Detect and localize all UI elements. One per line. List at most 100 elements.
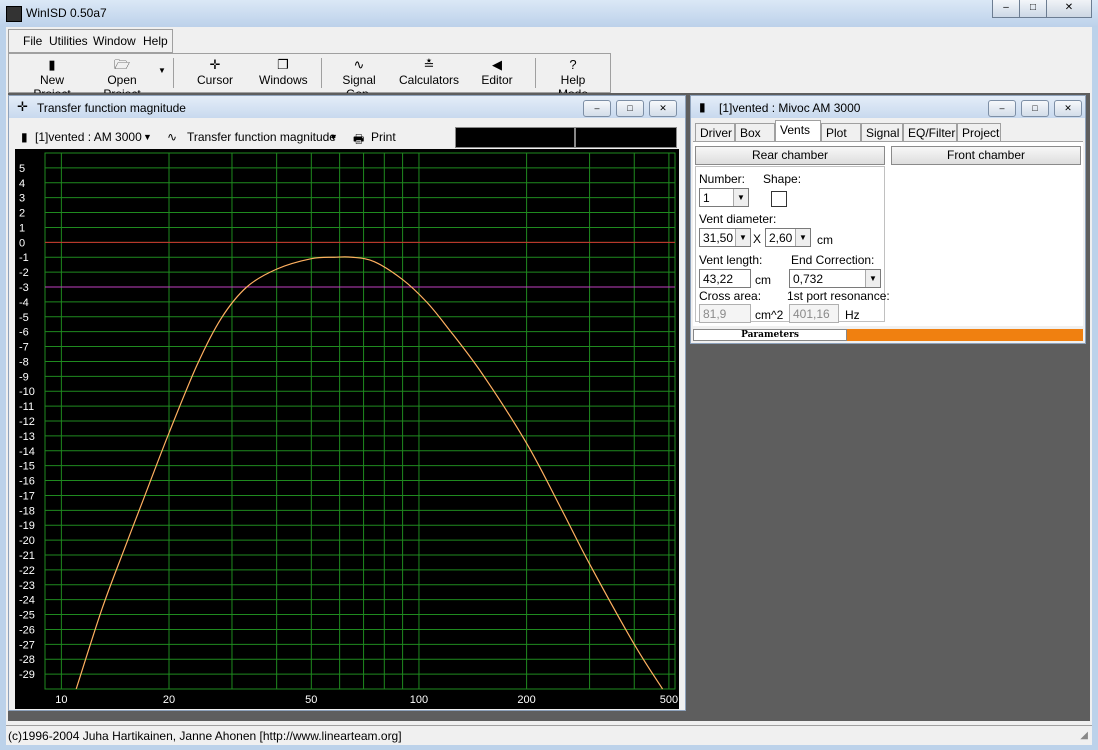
graph-maximize-button[interactable]: □ [616, 100, 644, 117]
param-maximize-button[interactable]: □ [1021, 100, 1049, 117]
speaker-icon: ◀ [492, 57, 502, 72]
vent-length-input[interactable]: 43,22 [699, 269, 751, 288]
graph-close-button[interactable]: ✕ [649, 100, 677, 117]
y-tick-label: -3 [19, 282, 29, 294]
open-project-dropdown-icon[interactable]: ▼ [157, 66, 167, 75]
shape-square-icon[interactable] [771, 191, 787, 207]
front-chamber-button[interactable]: Front chamber [891, 146, 1081, 165]
chevron-down-icon[interactable]: ▼ [795, 229, 810, 246]
minimize-button[interactable]: – [992, 0, 1020, 18]
rear-chamber-button[interactable]: Rear chamber [695, 146, 885, 165]
y-tick-label: -27 [19, 639, 35, 651]
y-tick-label: -29 [19, 669, 35, 681]
y-tick-label: -1 [19, 252, 29, 264]
tab-box[interactable]: Box [735, 123, 775, 141]
chevron-down-icon[interactable]: ▼ [733, 189, 748, 206]
graph-toolbar: ▮ [1]vented : AM 3000 ▼ ∿ Transfer funct… [15, 126, 677, 148]
menu-file[interactable]: File [23, 34, 42, 48]
vent-diameter-unit: cm [817, 233, 833, 247]
windows-icon: ❐ [277, 57, 289, 72]
times-sign: X [753, 232, 762, 246]
print-button[interactable]: Print [371, 130, 396, 144]
y-tick-label: -14 [19, 446, 35, 458]
y-tick-label: -4 [19, 297, 29, 309]
y-tick-label: -15 [19, 461, 35, 473]
cross-area-unit: cm^2 [755, 308, 784, 322]
x-tick-label: 500 [660, 694, 678, 706]
vent-dimension-2-input[interactable]: 2,60 ▼ [765, 228, 811, 247]
y-tick-label: -11 [19, 401, 34, 413]
toolbar-separator [535, 58, 536, 88]
calculator-icon: ≛ [423, 57, 435, 72]
x-tick-label: 50 [305, 694, 317, 706]
y-tick-label: -17 [19, 490, 35, 502]
parameters-window-titlebar[interactable]: ▮ [1]vented : Mivoc AM 3000 – □ ✕ [691, 96, 1085, 118]
tab-plot[interactable]: Plot [821, 123, 861, 141]
y-tick-label: -12 [19, 416, 35, 428]
tab-eq-filter[interactable]: EQ/Filter [903, 123, 957, 141]
tab-driver[interactable]: Driver [695, 123, 735, 141]
menu-window[interactable]: Window [93, 34, 136, 48]
cross-area-label: Cross area: [699, 289, 762, 303]
chart-grid [44, 152, 676, 690]
number-label: Number: [699, 172, 746, 186]
port-resonance-value: 401,16 [789, 304, 839, 323]
chart-y-ticks: 5 4 3 2 1 0 -1 -2 -3 -4 -5 -6 -7 -8 -9 -10 -11 -12 -13 -14 -… [19, 163, 35, 681]
resize-grip-icon[interactable]: ◢ [1080, 730, 1088, 741]
app-icon [6, 6, 22, 22]
y-tick-label: -18 [19, 505, 35, 517]
maximize-button[interactable]: □ [1019, 0, 1047, 18]
y-tick-label: -28 [19, 654, 35, 666]
y-tick-label: -16 [19, 476, 35, 488]
port-resonance-unit: Hz [845, 308, 860, 322]
y-tick-label: -26 [19, 624, 35, 636]
new-project-icon: ▮ [48, 57, 56, 72]
chevron-down-icon[interactable]: ▼ [865, 270, 880, 287]
tab-vents[interactable]: Vents [775, 120, 821, 142]
tab-project[interactable]: Project [957, 123, 1001, 141]
tab-signal[interactable]: Signal [861, 123, 903, 141]
transfer-function-chart[interactable]: 543210-1-2-3-4-5-6-7-8-9-10-11-12-13-14-… [15, 149, 679, 709]
vent-dimension-1-input[interactable]: 31,50 ▼ [699, 228, 751, 247]
cursor-label: Cursor [196, 73, 233, 87]
end-correction-label: End Correction: [791, 253, 875, 267]
y-tick-label: -5 [19, 312, 29, 324]
graph-type-select[interactable]: Transfer function magnitude [187, 130, 336, 144]
param-close-button[interactable]: ✕ [1054, 100, 1082, 117]
y-tick-label: -19 [19, 520, 35, 532]
end-correction-select[interactable]: 0,732 ▼ [789, 269, 881, 288]
vent-length-label: Vent length: [699, 253, 763, 267]
editor-button[interactable]: ◀ Editor [477, 57, 517, 87]
menu-help[interactable]: Help [143, 34, 168, 48]
number-select[interactable]: 1 ▼ [699, 188, 749, 207]
parameters-window: ▮ [1]vented : Mivoc AM 3000 – □ ✕ Driver… [690, 95, 1086, 344]
graph-minimize-button[interactable]: – [583, 100, 611, 117]
parameters-tab[interactable]: Parameters [693, 329, 847, 341]
x-tick-label: 200 [517, 694, 535, 706]
windows-button[interactable]: ❐ Windows [259, 57, 308, 87]
speaker-icon: ▮ [21, 130, 28, 144]
project-select-dropdown-icon[interactable]: ▼ [143, 132, 152, 142]
chart-reference-lines [45, 241, 675, 288]
chevron-down-icon[interactable]: ▼ [735, 229, 750, 246]
menu-utilities[interactable]: Utilities [49, 34, 88, 48]
graph-type-dropdown-icon[interactable]: ▼ [329, 132, 338, 142]
calculators-button[interactable]: ≛ Calculators [399, 57, 459, 87]
vent-length-unit: cm [755, 273, 771, 287]
sine-wave-icon: ∿ [353, 57, 365, 72]
app-titlebar: WinISD 0.50a7 – □ ✕ [0, 0, 1098, 27]
chart-x-ticks: 10 20 50 100 200 500 [55, 694, 678, 706]
project-select[interactable]: [1]vented : AM 3000 [35, 130, 142, 144]
vent-diameter-label: Vent diameter: [699, 212, 777, 226]
cursor-button[interactable]: ✛ Cursor [195, 57, 235, 87]
x-tick-label: 100 [410, 694, 428, 706]
y-tick-label: -2 [19, 267, 29, 279]
app-title: WinISD 0.50a7 [26, 6, 107, 20]
y-tick-label: 3 [19, 193, 25, 205]
param-minimize-button[interactable]: – [988, 100, 1016, 117]
close-button[interactable]: ✕ [1046, 0, 1092, 18]
cross-area-value: 81,9 [699, 304, 751, 323]
graph-window-titlebar[interactable]: ✛ Transfer function magnitude – □ ✕ [9, 96, 685, 118]
cursor-readout-y [575, 127, 677, 148]
crosshair-icon: ✛ [17, 99, 28, 114]
